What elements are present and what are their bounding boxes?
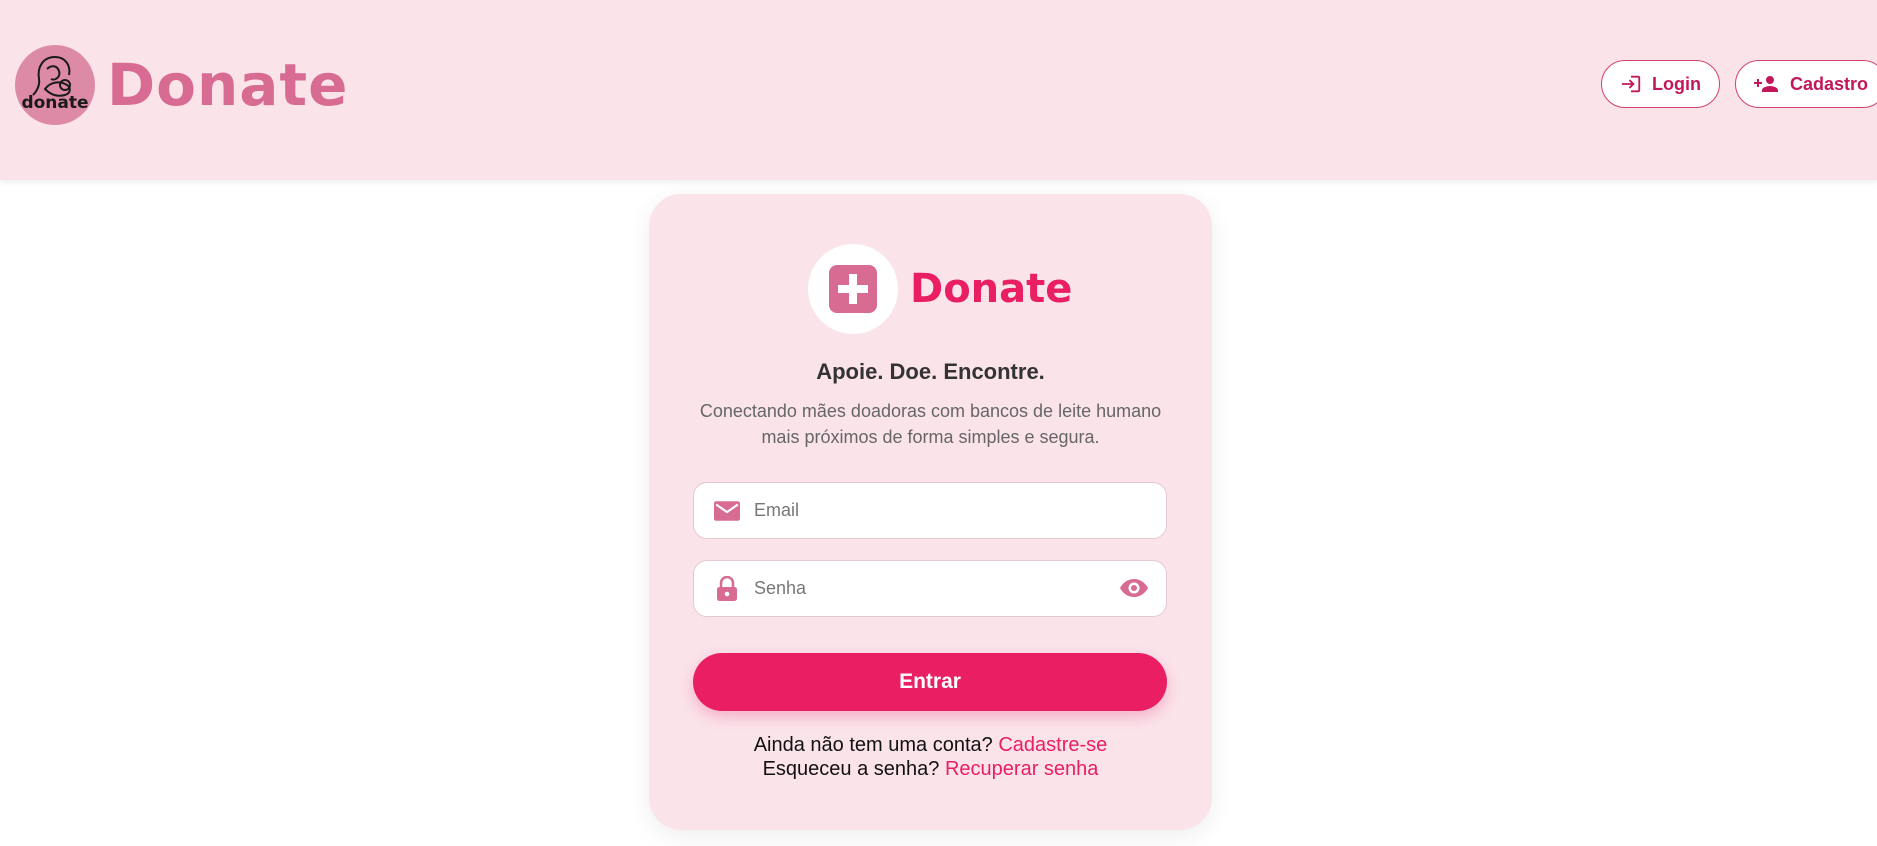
signup-button[interactable]: Cadastro <box>1735 60 1877 108</box>
brand-logo: donate <box>15 45 95 125</box>
brand-name: Donate <box>107 51 349 119</box>
login-button[interactable]: Login <box>1601 60 1720 108</box>
login-card: Donate Apoie. Doe. Encontre. Conectando … <box>649 194 1212 830</box>
password-field[interactable] <box>693 560 1167 617</box>
email-field[interactable] <box>693 482 1167 539</box>
email-input[interactable] <box>752 499 1096 522</box>
login-icon <box>1621 75 1641 93</box>
password-input[interactable] <box>752 577 1096 600</box>
recover-link[interactable]: Recuperar senha <box>945 758 1098 780</box>
card-logo-circle <box>808 244 898 334</box>
recover-prompt: Esqueceu a senha? Recuperar senha <box>649 758 1212 781</box>
no-account-text: Ainda não tem uma conta? <box>753 734 993 756</box>
signup-prompt: Ainda não tem uma conta? Cadastre-se <box>649 734 1212 757</box>
medical-cross-icon <box>829 265 877 313</box>
person-add-icon <box>1754 76 1778 92</box>
description: Conectando mães doadoras com bancos de l… <box>699 401 1162 447</box>
login-label: Login <box>1652 73 1701 94</box>
forgot-text: Esqueceu a senha? <box>762 758 940 780</box>
signup-link[interactable]: Cadastre-se <box>998 734 1107 756</box>
logo-text: donate <box>21 93 89 113</box>
signup-label: Cadastro <box>1789 73 1868 94</box>
top-header: donate Donate Login Cadastro <box>0 0 1877 180</box>
card-brand-name: Donate <box>910 266 1073 312</box>
brand[interactable]: donate Donate <box>15 45 348 125</box>
tagline: Apoie. Doe. Encontre. <box>816 359 1045 384</box>
mail-icon <box>714 500 740 522</box>
submit-button[interactable]: Entrar <box>693 653 1167 711</box>
card-brand: Donate <box>808 244 1072 334</box>
lock-icon <box>714 575 740 602</box>
eye-icon[interactable] <box>1120 577 1148 604</box>
